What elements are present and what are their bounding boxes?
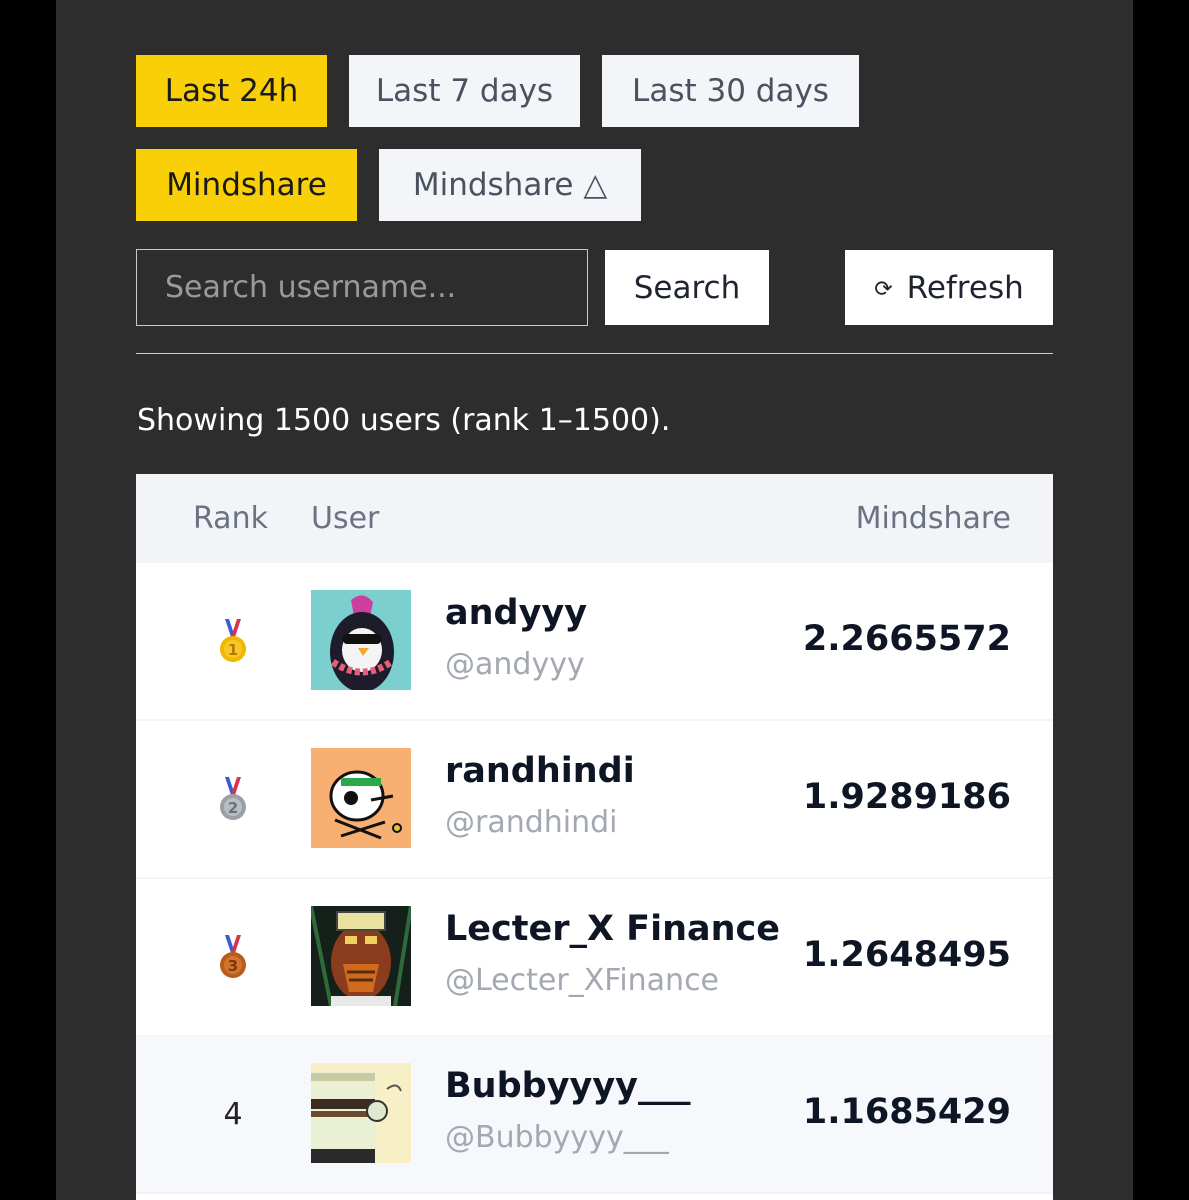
user-display-name[interactable]: Bubbyyyy___: [445, 1066, 690, 1106]
avatar[interactable]: [311, 590, 411, 690]
mindshare-value: 1.9289186: [802, 777, 1011, 817]
table-row[interactable]: [136, 1194, 1053, 1200]
table-row[interactable]: 3 Lecter_X Finance @Lecter_XFinance 1.26…: [136, 879, 1053, 1035]
header-user: User: [311, 501, 380, 536]
mindshare-value: 1.2648495: [802, 935, 1011, 975]
table-row[interactable]: 4 Bubbyyyy___ @Bubbyyyy___ 1.1685429: [136, 1036, 1053, 1192]
avatar[interactable]: [311, 748, 411, 848]
rank-number: 4: [223, 1096, 243, 1132]
search-username-input[interactable]: [136, 249, 588, 326]
user-handle[interactable]: @Lecter_XFinance: [445, 963, 719, 998]
refresh-icon: ⟳: [874, 277, 893, 302]
user-handle[interactable]: @randhindi: [445, 805, 618, 840]
table-row[interactable]: 1 andyyy @andyyy 2.2665572: [136, 563, 1053, 719]
user-display-name[interactable]: randhindi: [445, 751, 635, 791]
rank-cell: 3: [196, 879, 270, 1035]
table-row[interactable]: 2 randhindi @randhindi 1.9289186: [136, 721, 1053, 877]
svg-text:1: 1: [228, 641, 238, 659]
svg-text:2: 2: [228, 799, 238, 817]
refresh-button[interactable]: ⟳ Refresh: [845, 250, 1053, 325]
user-display-name[interactable]: andyyy: [445, 593, 587, 633]
mindshare-value: 1.1685429: [802, 1092, 1011, 1132]
user-handle[interactable]: @Bubbyyyy___: [445, 1120, 669, 1155]
rank-cell: 2: [196, 721, 270, 877]
header-rank: Rank: [193, 501, 268, 536]
avatar[interactable]: [311, 906, 411, 1006]
header-mindshare[interactable]: Mindshare: [856, 501, 1011, 536]
mindshare-value: 2.2665572: [802, 619, 1011, 659]
metric-mindshare-button[interactable]: Mindshare: [136, 149, 357, 221]
leaderboard-table: Rank User Mindshare 1 andyyy @andyyy 2.2…: [136, 474, 1053, 1200]
refresh-label: Refresh: [906, 269, 1024, 306]
search-button[interactable]: Search: [605, 250, 769, 325]
svg-text:3: 3: [228, 957, 238, 975]
user-handle[interactable]: @andyyy: [445, 647, 585, 682]
rank-cell: 1: [196, 563, 270, 719]
divider: [136, 353, 1053, 354]
bronze-medal-icon: 3: [220, 935, 246, 978]
user-display-name[interactable]: Lecter_X Finance: [445, 909, 780, 949]
filter-last-7-days-button[interactable]: Last 7 days: [349, 55, 580, 127]
gold-medal-icon: 1: [220, 619, 246, 662]
metric-mindshare-delta-button[interactable]: Mindshare △: [379, 149, 641, 221]
filter-last-30-days-button[interactable]: Last 30 days: [602, 55, 859, 127]
results-summary: Showing 1500 users (rank 1–1500).: [137, 403, 671, 438]
filter-last-24h-button[interactable]: Last 24h: [136, 55, 327, 127]
table-header: Rank User Mindshare: [136, 474, 1053, 562]
avatar[interactable]: [311, 1063, 411, 1163]
silver-medal-icon: 2: [220, 777, 246, 820]
